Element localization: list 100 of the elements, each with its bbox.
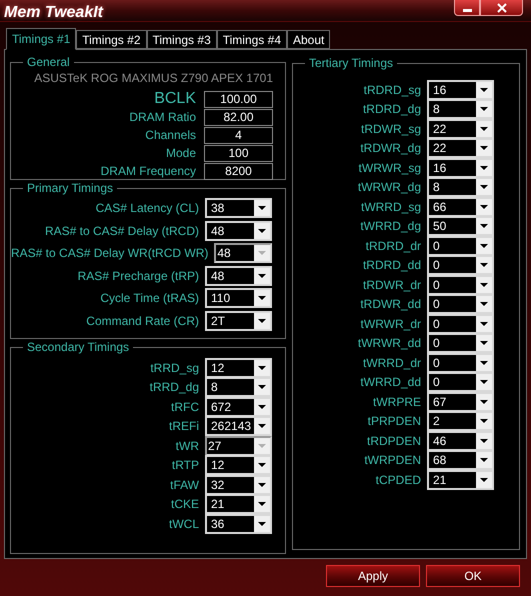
dropdown[interactable]: 16 [427,80,494,100]
dropdown[interactable]: 0 [427,314,494,334]
dropdown[interactable]: 0 [427,274,494,295]
board-name: ASUSTeK ROG MAXIMUS Z790 APEX 1701 [34,70,273,87]
dropdown[interactable]: 0 [427,236,494,256]
dropdown[interactable]: 21 [427,470,494,490]
dropdown-value: 0 [432,316,441,332]
timing-label: tWRRD_dr [362,354,421,372]
caret-icon [254,200,270,216]
dropdown[interactable]: 21 [205,494,272,514]
caret-icon [254,245,270,262]
timing-label: tFAW [170,476,199,494]
dropdown[interactable]: 2T [205,310,272,331]
dropdown-value: 50 [432,218,448,234]
dropdown[interactable]: 67 [427,392,494,412]
dropdown-value: 21 [432,472,448,488]
timing-label: tRFC [171,398,199,416]
dropdown-value: 110 [210,290,232,306]
dropdown[interactable]: 16 [427,158,494,178]
group-title: General [23,55,74,69]
dropdown[interactable]: 0 [427,333,494,354]
caret-icon [254,222,270,239]
dropdown[interactable]: 110 [205,288,272,308]
dropdown[interactable]: 262143 [205,416,272,436]
dropdown-value: 66 [432,198,448,215]
dropdown[interactable]: 0 [427,255,494,276]
dropdown[interactable]: 38 [205,198,272,218]
dropdown[interactable]: 2 [427,411,494,432]
readonly-field[interactable]: 100.00 [204,90,273,108]
dropdown-value: 22 [432,140,448,156]
group-title: Secondary Timings [23,340,134,354]
dropdown-value: 22 [432,120,448,137]
dropdown-value: 262143 [210,418,252,434]
dropdown[interactable]: 22 [427,138,494,158]
dropdown[interactable]: 66 [427,196,494,217]
caret-icon [254,398,270,415]
tab[interactable]: Timings #1 [6,28,76,50]
caret-icon [254,457,270,474]
dropdown-value: 0 [432,296,441,312]
caret-icon [254,360,270,376]
readonly-field[interactable]: 100 [204,144,273,162]
minimize-button[interactable] [454,0,480,16]
dropdown-value: 0 [432,276,441,293]
tab[interactable]: Timings #3 [146,30,217,49]
timing-label: tWR [176,438,199,455]
dropdown-value: 8 [432,179,441,196]
dropdown-value: 12 [210,360,226,376]
dropdown[interactable]: 12 [205,358,272,378]
dropdown[interactable]: 50 [427,216,494,236]
timing-label: Command Rate (CR) [86,312,199,330]
dropdown-value: 0 [432,374,441,390]
dropdown-value: 2 [432,413,441,430]
timing-label: tWRRD_dd [360,374,421,392]
dropdown[interactable]: 48 [205,220,272,241]
dropdown[interactable]: 0 [427,352,494,373]
tab[interactable]: Timings #4 [216,30,287,49]
tab[interactable]: Timings #2 [76,30,146,49]
dialog-button[interactable]: OK [426,565,520,587]
caret-icon [254,379,270,396]
dropdown[interactable]: 46 [427,430,494,451]
caret-icon [476,218,492,234]
dropdown[interactable]: 48 [205,266,272,286]
dropdown[interactable]: 672 [205,396,272,417]
caret-icon [254,290,270,306]
field-label: Mode [166,145,196,162]
dropdown-value: 36 [210,516,226,532]
dropdown[interactable]: 22 [427,118,494,139]
dropdown[interactable]: 8 [205,377,272,398]
tab[interactable]: About [287,30,330,49]
field-label: BCLK [154,89,196,109]
readonly-field[interactable]: 8200 [204,162,273,180]
dropdown-value: 48 [210,222,226,239]
caret-icon [254,268,270,284]
dropdown[interactable]: 32 [205,474,272,495]
dropdown[interactable]: 12 [205,455,272,476]
dropdown[interactable]: 68 [427,450,494,470]
dropdown[interactable]: 36 [205,514,272,534]
caret-icon [476,140,492,156]
readonly-field[interactable]: 82.00 [204,108,273,126]
dropdown-value: 2T [210,312,226,329]
timing-label: RAS# to CAS# Delay (tRCD) [44,222,199,240]
dropdown[interactable]: 8 [427,99,494,120]
timing-label: tWRPDEN [364,452,421,470]
dropdown[interactable]: 0 [427,372,494,392]
field-label: DRAM Frequency [100,163,196,180]
caret-icon [476,394,492,410]
readonly-field[interactable]: 4 [204,126,273,144]
caret-icon [476,160,492,176]
caret-icon [476,257,492,274]
dropdown[interactable]: 8 [427,177,494,198]
group-title: Tertiary Timings [305,56,398,70]
dropdown[interactable]: 0 [427,294,494,314]
caret-icon [254,418,270,434]
dialog-button[interactable]: Apply [326,565,420,587]
dropdown-value: 16 [432,82,448,98]
dropdown-value: 0 [432,257,441,274]
timing-label: tRRD_sg [150,360,199,377]
dropdown-value: 672 [210,398,232,415]
timing-label: tWCL [169,516,199,533]
close-button[interactable] [480,0,523,16]
